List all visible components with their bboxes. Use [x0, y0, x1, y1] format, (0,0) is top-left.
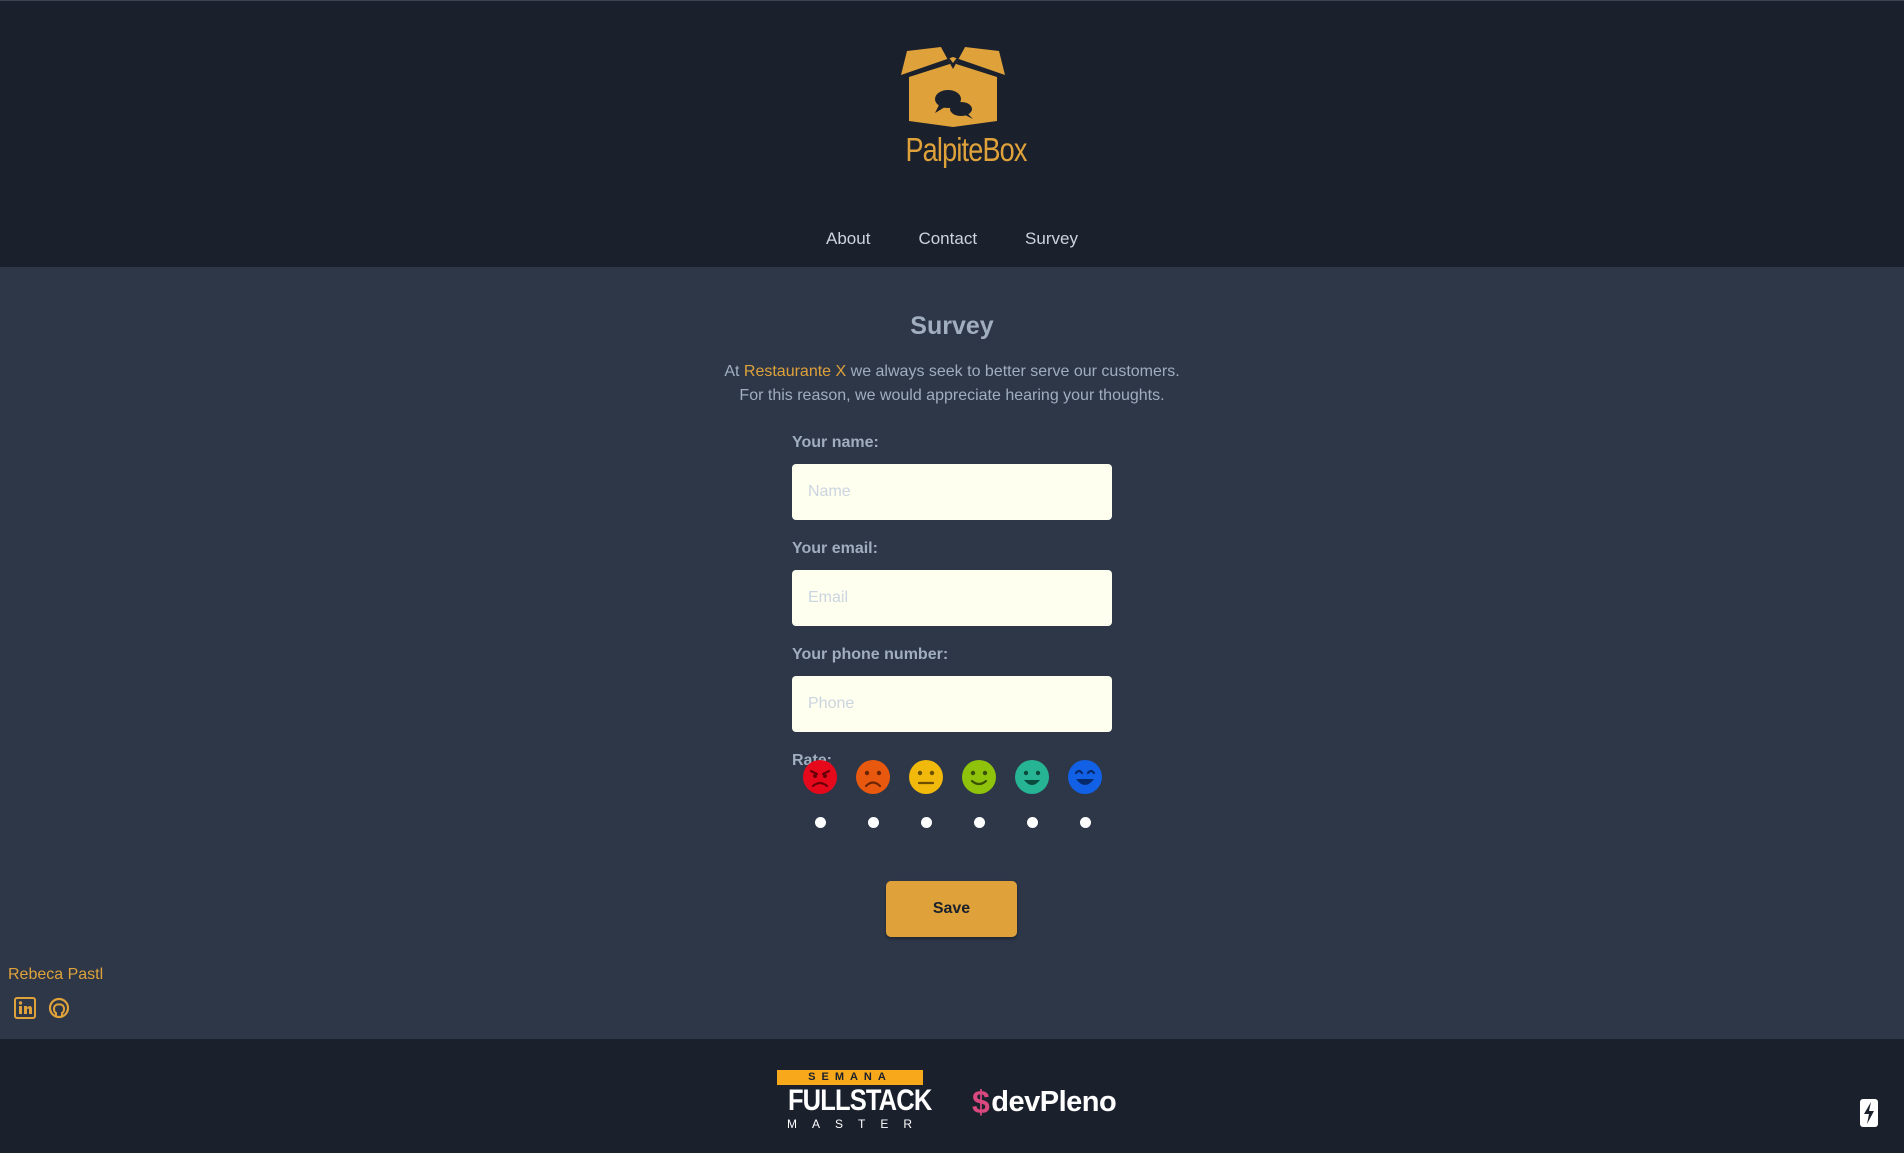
rate-radio-2[interactable] — [868, 817, 879, 828]
fsm-mid-text: FULLSTACK — [787, 1084, 932, 1117]
github-icon[interactable] — [48, 997, 70, 1019]
linkedin-icon[interactable] — [14, 997, 36, 1019]
logo-text: PalpiteBox — [905, 131, 1027, 168]
rating-options — [795, 759, 1115, 859]
nav-about[interactable]: About — [826, 229, 870, 249]
neutral-face-icon[interactable] — [908, 759, 944, 795]
frowning-face-icon[interactable] — [855, 759, 891, 795]
nav-contact[interactable]: Contact — [918, 229, 977, 249]
survey-form: Your name: Your email: Your phone number… — [792, 434, 1112, 782]
name-label: Your name: — [792, 434, 879, 451]
smiling-face-icon[interactable] — [1014, 759, 1050, 795]
site-header: PalpiteBox About Contact Survey — [0, 0, 1904, 267]
email-label: Your email: — [792, 540, 878, 557]
main-nav: About Contact Survey — [0, 229, 1904, 249]
save-button[interactable]: Save — [886, 881, 1017, 937]
email-input[interactable] — [792, 570, 1112, 626]
slightly-smiling-face-icon[interactable] — [961, 759, 997, 795]
social-links — [14, 997, 70, 1019]
survey-section: Survey At Restaurante X we always seek t… — [0, 266, 1904, 1039]
fsm-top-text: SEMANA — [777, 1070, 923, 1085]
rate-radio-4[interactable] — [974, 817, 985, 828]
palpitebox-logo[interactable]: PalpiteBox — [895, 47, 1027, 177]
intro-suffix: we always seek to better serve our custo… — [846, 363, 1180, 380]
page-title: Survey — [910, 312, 994, 340]
rate-radio-3[interactable] — [921, 817, 932, 828]
angry-face-icon[interactable] — [802, 759, 838, 795]
nav-survey[interactable]: Survey — [1025, 229, 1078, 249]
phone-label: Your phone number: — [792, 646, 949, 663]
intro-text: At Restaurante X we always seek to bette… — [0, 360, 1904, 408]
dollar-icon: $ — [972, 1083, 990, 1120]
rate-radio-6[interactable] — [1080, 817, 1091, 828]
restaurant-name: Restaurante X — [743, 363, 847, 380]
intro-prefix: At — [724, 363, 744, 380]
grinning-face-icon[interactable] — [1067, 759, 1103, 795]
rate-radio-1[interactable] — [815, 817, 826, 828]
fsm-bot-text: MASTER — [787, 1117, 928, 1131]
lightning-bolt-icon[interactable] — [1860, 1099, 1878, 1127]
devpleno-logo[interactable]: $ devPleno — [972, 1083, 1117, 1120]
fullstack-master-logo[interactable]: SEMANA FULLSTACK MASTER — [777, 1070, 932, 1133]
name-input[interactable] — [792, 464, 1112, 520]
phone-input[interactable] — [792, 676, 1112, 732]
author-name: Rebeca Pastl — [8, 966, 104, 983]
box-icon — [901, 47, 1005, 127]
site-footer: SEMANA FULLSTACK MASTER $ devPleno — [0, 1039, 1904, 1153]
rate-radio-5[interactable] — [1027, 817, 1038, 828]
intro-line-2: For this reason, we would appreciate hea… — [739, 387, 1165, 404]
devpleno-text: devPleno — [991, 1085, 1117, 1118]
